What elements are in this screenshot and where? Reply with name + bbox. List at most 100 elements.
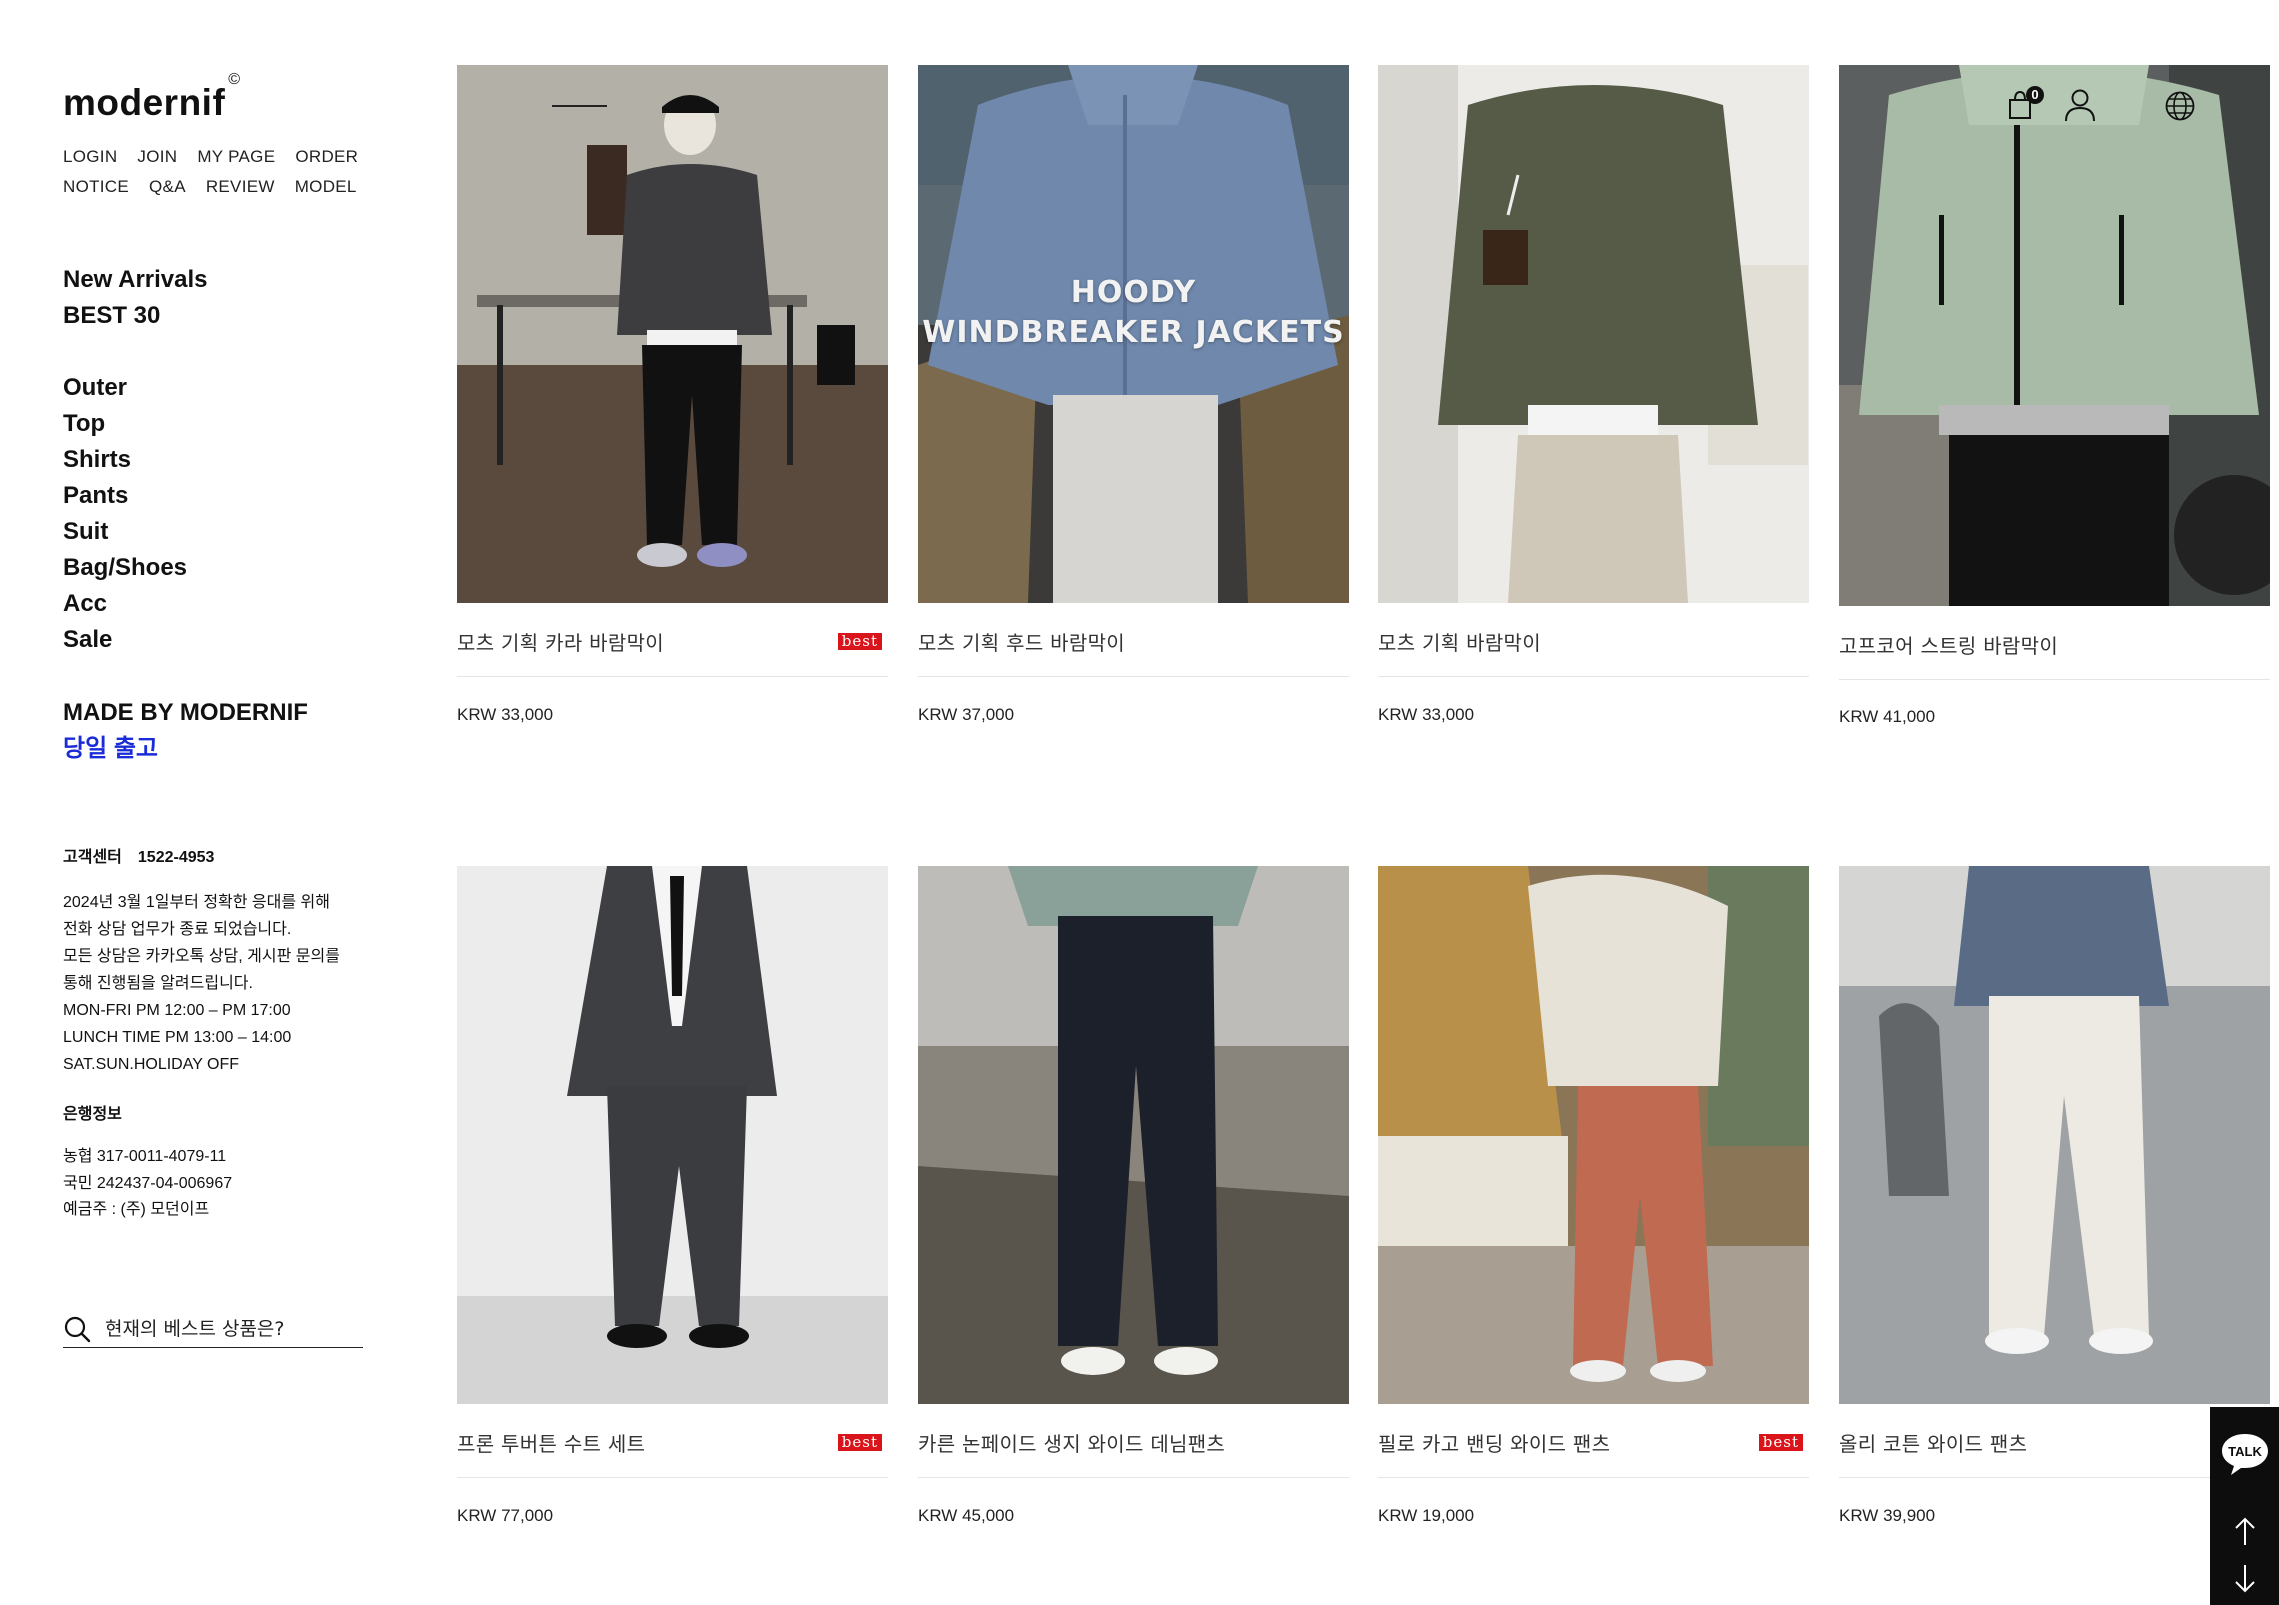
customer-center-title: 고객센터 [63, 849, 122, 866]
product-image[interactable] [457, 65, 888, 603]
logo-text[interactable]: modernif [63, 82, 225, 123]
divider [1378, 1477, 1809, 1478]
category-bag-shoes[interactable]: Bag/Shoes [63, 550, 187, 586]
cs-line: MON-FRI PM 12:00 – PM 17:00 [63, 1002, 291, 1019]
customer-center-phone: 1522-4953 [137, 849, 215, 866]
bank-line: 예금주 : (주) 모던이프 [63, 1201, 210, 1218]
product-name[interactable]: 올리 코튼 와이드 팬츠 [1839, 1428, 2270, 1457]
utility-links: LOGIN JOIN MY PAGE ORDER NOTICE Q&A REVI… [63, 147, 383, 197]
product-price: KRW 33,000 [457, 705, 554, 724]
search-input[interactable] [105, 1317, 345, 1340]
product-image[interactable] [1378, 866, 1809, 1404]
product-name[interactable]: 프론 투버튼 수트 세트 [457, 1428, 888, 1457]
menu-item-new-arrivals[interactable]: New Arrivals [63, 262, 208, 298]
talk-label: TALK [2228, 1444, 2262, 1459]
bank-line: 농협 317-0011-4079-11 [63, 1148, 227, 1165]
my-page-link[interactable]: MY PAGE [197, 147, 275, 167]
product-card[interactable]: 고프코어 스트링 바람막이 KRW 41,000 [1839, 65, 2270, 726]
cs-line: 모든 상담은 카카오톡 상담, 게시판 문의를 [63, 948, 340, 965]
header-icons: 0 [2000, 86, 2210, 126]
bank-info-body: 농협 317-0011-4079-11 국민 242437-04-006967 … [63, 1144, 232, 1224]
image-overlay-text: HOODY WINDBREAKER JACKETS [918, 273, 1349, 353]
product-image[interactable] [918, 866, 1349, 1404]
best-badge: best [837, 1434, 882, 1451]
product-card[interactable]: 모츠 기획 바람막이 KRW 33,000 [1378, 65, 1809, 724]
qna-link[interactable]: Q&A [149, 177, 186, 197]
product-card[interactable]: HOODY WINDBREAKER JACKETS 모츠 기획 후드 바람막이 … [918, 65, 1349, 724]
globe-icon[interactable] [2164, 90, 2196, 122]
overlay-line: WINDBREAKER JACKETS [922, 315, 1345, 350]
product-name[interactable]: 모츠 기획 바람막이 [1378, 627, 1809, 656]
product-image[interactable]: HOODY WINDBREAKER JACKETS [918, 65, 1349, 603]
product-image[interactable] [1839, 65, 2270, 606]
product-card[interactable]: 올리 코튼 와이드 팬츠 KRW 39,900 [1839, 866, 2270, 1525]
cs-line: 전화 상담 업무가 종료 되었습니다. [63, 921, 292, 938]
divider [457, 1477, 888, 1478]
notice-link[interactable]: NOTICE [63, 177, 129, 197]
product-image[interactable] [1378, 65, 1809, 603]
cs-line: 통해 진행됨을 알려드립니다. [63, 975, 253, 992]
logo-mark: © [228, 70, 241, 88]
product-card[interactable]: 모츠 기획 카라 바람막이 best KRW 33,000 [457, 65, 888, 724]
product-name[interactable]: 카른 논페이드 생지 와이드 데님팬츠 [918, 1428, 1349, 1457]
product-price: KRW 41,000 [1839, 707, 1936, 726]
product-card[interactable]: 프론 투버튼 수트 세트 best KRW 77,000 [457, 866, 888, 1525]
sidebar: modernif© LOGIN JOIN MY PAGE ORDER NOTIC… [63, 0, 393, 1605]
product-name[interactable]: 필로 카고 밴딩 와이드 팬츠 [1378, 1428, 1809, 1457]
customer-center: 고객센터 1522-4953 2024년 3월 1일부터 정확한 응대를 위해 전… [63, 843, 340, 1078]
overlay-line: HOODY [1070, 275, 1197, 310]
best-badge: best [1758, 1434, 1803, 1451]
product-card[interactable]: 필로 카고 밴딩 와이드 팬츠 best KRW 19,000 [1378, 866, 1809, 1525]
product-card[interactable]: 카른 논페이드 생지 와이드 데님팬츠 KRW 45,000 [918, 866, 1349, 1525]
menu-item-made-by-modernif[interactable]: MADE BY MODERNIF [63, 695, 308, 731]
customer-center-header: 고객센터 1522-4953 [63, 843, 340, 867]
divider [1839, 1477, 2270, 1478]
divider [918, 1477, 1349, 1478]
product-price: KRW 33,000 [1378, 705, 1475, 724]
divider [457, 676, 888, 677]
category-pants[interactable]: Pants [63, 478, 187, 514]
category-outer[interactable]: Outer [63, 370, 187, 406]
kakao-talk-button[interactable]: TALK [2220, 1431, 2270, 1477]
made-by-menu: MADE BY MODERNIF 당일 출고 [63, 695, 308, 767]
bank-info: 은행정보 농협 317-0011-4079-11 국민 242437-04-00… [63, 1100, 232, 1224]
product-price: KRW 39,900 [1839, 1506, 1936, 1525]
main-menu: New Arrivals BEST 30 [63, 262, 208, 334]
category-shirts[interactable]: Shirts [63, 442, 187, 478]
arrow-up-icon[interactable] [2230, 1515, 2260, 1547]
menu-item-same-day-shipping[interactable]: 당일 출고 [63, 731, 308, 767]
model-link[interactable]: MODEL [295, 177, 357, 197]
order-link[interactable]: ORDER [295, 147, 358, 167]
cart-count-badge: 0 [2026, 86, 2044, 104]
floating-quick-bar: TALK [2210, 1407, 2279, 1605]
cs-line: SAT.SUN.HOLIDAY OFF [63, 1056, 240, 1073]
product-name[interactable]: 모츠 기획 후드 바람막이 [918, 627, 1349, 656]
user-icon[interactable] [2064, 88, 2096, 122]
login-link[interactable]: LOGIN [63, 147, 117, 167]
search-box [63, 1310, 363, 1348]
category-sale[interactable]: Sale [63, 622, 187, 658]
product-name[interactable]: 고프코어 스트링 바람막이 [1839, 630, 2270, 659]
review-link[interactable]: REVIEW [206, 177, 275, 197]
category-top[interactable]: Top [63, 406, 187, 442]
cs-line: 2024년 3월 1일부터 정확한 응대를 위해 [63, 894, 330, 911]
bank-line: 국민 242437-04-006967 [63, 1174, 233, 1192]
best-badge: best [837, 633, 882, 650]
product-name[interactable]: 모츠 기획 카라 바람막이 [457, 627, 888, 656]
arrow-down-icon[interactable] [2230, 1563, 2260, 1595]
category-acc[interactable]: Acc [63, 586, 187, 622]
product-price: KRW 37,000 [918, 705, 1015, 724]
search-icon[interactable] [63, 1315, 91, 1343]
menu-item-best-30[interactable]: BEST 30 [63, 298, 208, 334]
site-logo[interactable]: modernif© [63, 71, 240, 124]
product-price: KRW 45,000 [918, 1506, 1015, 1525]
bank-info-title: 은행정보 [63, 1106, 122, 1123]
divider [1378, 676, 1809, 677]
category-suit[interactable]: Suit [63, 514, 187, 550]
product-image[interactable] [1839, 866, 2270, 1404]
product-image[interactable] [457, 866, 888, 1404]
join-link[interactable]: JOIN [137, 147, 177, 167]
divider [1839, 679, 2270, 680]
product-price: KRW 19,000 [1378, 1506, 1475, 1525]
product-price: KRW 77,000 [457, 1506, 554, 1525]
